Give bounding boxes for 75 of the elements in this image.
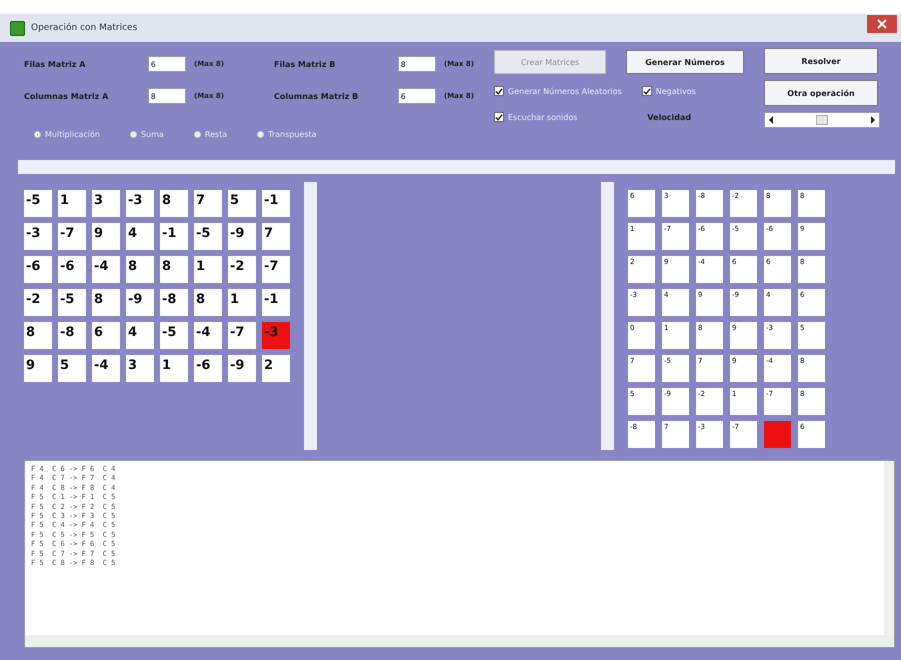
matrix-cell[interactable]: -5 [24, 190, 52, 217]
matrix-cell[interactable]: -6 [24, 256, 52, 283]
matrix-cell[interactable]: 3 [92, 190, 120, 217]
input-field[interactable]: 6 [398, 88, 436, 104]
matrix-cell[interactable]: -1 [262, 289, 290, 316]
matrix-cell[interactable]: 9 [24, 355, 52, 382]
matrix-cell[interactable]: 8 [126, 256, 154, 283]
left-arrow-icon[interactable] [768, 116, 774, 124]
app-icon [10, 20, 25, 36]
matrix-cell[interactable]: 7 [194, 190, 222, 217]
matrix-cell[interactable]: 8 [160, 256, 188, 283]
matrix-cell[interactable] [764, 421, 791, 448]
matrix-cell[interactable]: -3 [126, 190, 154, 217]
input-field[interactable]: 8 [148, 88, 186, 104]
matrix-cell[interactable]: 8 [92, 289, 120, 316]
matrix-cell[interactable]: -9 [228, 223, 256, 250]
matrix-cell[interactable]: -1 [262, 190, 290, 217]
matrix-cell[interactable]: 1 [58, 190, 86, 217]
action-button[interactable]: Resolver [764, 48, 878, 74]
matrix-cell[interactable]: -3 [262, 322, 290, 349]
speed-slider[interactable] [764, 112, 880, 128]
matrix-cell[interactable]: 5 [228, 190, 256, 217]
matrix-cell[interactable]: 1 [228, 289, 256, 316]
window-title: Operación con Matrices [31, 23, 138, 33]
action-button[interactable]: Otra operación [764, 80, 878, 106]
speed-label: Velocidad [647, 112, 692, 122]
matrix-cell[interactable]: 9 [92, 223, 120, 250]
slider-thumb[interactable] [816, 115, 828, 125]
matrix-cell[interactable]: 4 [126, 322, 154, 349]
input-field[interactable]: 8 [398, 56, 436, 72]
matrix-cell[interactable]: 1 [194, 256, 222, 283]
matrix-cell[interactable]: 8 [160, 190, 188, 217]
matrix-cell[interactable]: -3 [24, 223, 52, 250]
matrix-cell[interactable]: 8 [194, 289, 222, 316]
matrix-cell[interactable]: -7 [262, 256, 290, 283]
matrix-cell[interactable]: -2 [228, 256, 256, 283]
matrix-cell[interactable]: -1 [160, 223, 188, 250]
horizontal-scrollbar[interactable] [25, 635, 894, 647]
check-icon [495, 112, 503, 122]
matrix-cell[interactable]: -8 [160, 289, 188, 316]
field-label: Columnas Matriz A [24, 92, 110, 100]
matrix-cell[interactable]: -5 [194, 223, 222, 250]
close-button[interactable] [867, 15, 897, 33]
vertical-scrollbar[interactable] [884, 461, 894, 635]
field-label: Filas Matriz A [24, 60, 86, 68]
check-icon [495, 86, 503, 96]
log-textbox[interactable] [24, 460, 895, 648]
field-label: Filas Matriz B [274, 60, 336, 68]
input-field[interactable]: 6 [148, 56, 186, 72]
matrix-cell[interactable]: 2 [262, 355, 290, 382]
matrix-cell[interactable]: -6 [58, 256, 86, 283]
matrix-cell[interactable]: 3 [126, 355, 154, 382]
matrix-cell[interactable]: 8 [24, 322, 52, 349]
field-label: Columnas Matriz B [274, 92, 360, 100]
matrix-cell[interactable]: -7 [228, 322, 256, 349]
matrix-cell[interactable]: 7 [262, 223, 290, 250]
matrix-cell[interactable]: -5 [160, 322, 188, 349]
matrix-cell[interactable]: 4 [126, 223, 154, 250]
matrix-cell[interactable]: -6 [194, 355, 222, 382]
matrix-cell[interactable]: -4 [92, 355, 120, 382]
matrix-cell[interactable]: -5 [58, 289, 86, 316]
check-icon [642, 86, 651, 96]
matrix-cell[interactable]: -4 [92, 256, 120, 283]
right-arrow-icon[interactable] [870, 116, 876, 124]
matrix-cell[interactable]: -9 [126, 289, 154, 316]
matrix-cell[interactable]: 5 [58, 355, 86, 382]
close-icon [876, 19, 888, 29]
matrix-cell[interactable]: -9 [228, 355, 256, 382]
matrix-cell[interactable]: -7 [58, 223, 86, 250]
matrix-cell[interactable]: 6 [92, 322, 120, 349]
matrix-cell[interactable]: 1 [160, 355, 188, 382]
matrix-cell[interactable]: -2 [24, 289, 52, 316]
matrix-cell[interactable]: -4 [194, 322, 222, 349]
action-button[interactable]: Generar Números [626, 50, 744, 74]
matrix-cell[interactable]: -8 [58, 322, 86, 349]
